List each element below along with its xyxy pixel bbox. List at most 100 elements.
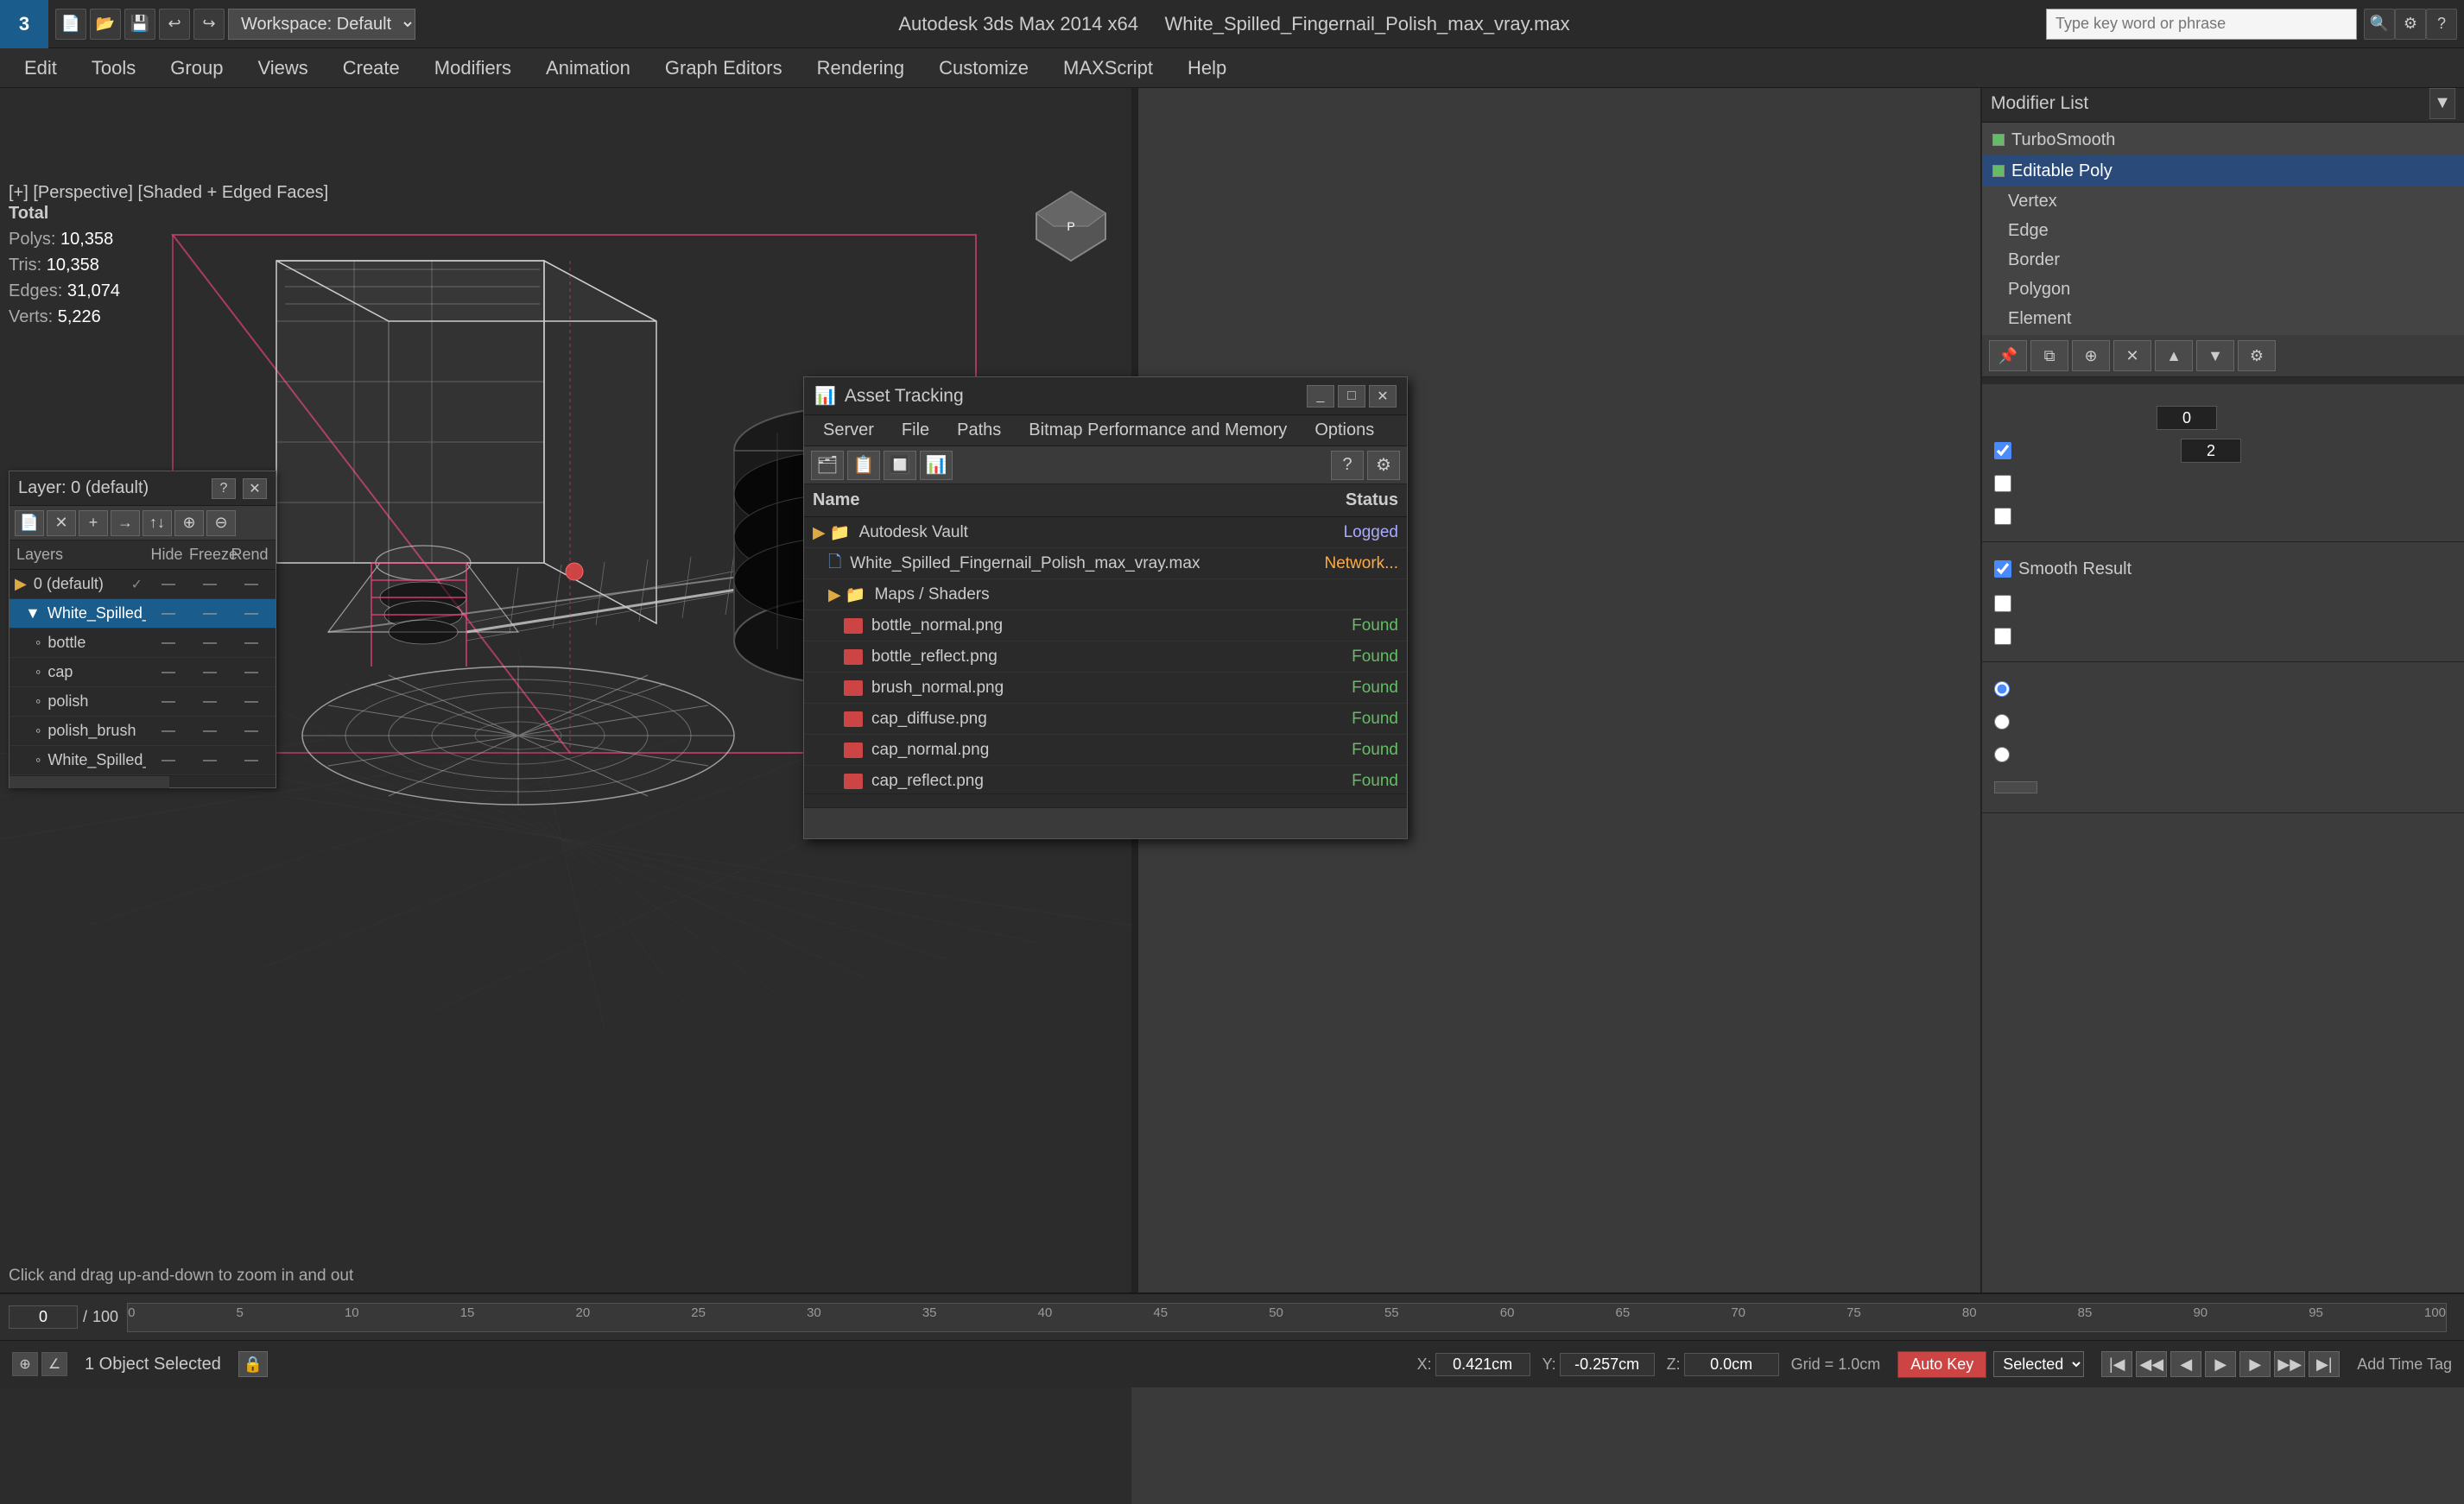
lp-expand-btn[interactable]: ⊕	[174, 510, 204, 536]
menu-views[interactable]: Views	[242, 54, 323, 83]
menu-tools[interactable]: Tools	[76, 54, 151, 83]
menu-graph-editors[interactable]: Graph Editors	[649, 54, 798, 83]
menu-help[interactable]: Help	[1172, 54, 1242, 83]
smooth-result-checkbox[interactable]	[1994, 560, 2011, 578]
mod-configure-btn[interactable]: ⚙	[2238, 340, 2276, 371]
mod-pin-btn[interactable]: 📌	[1989, 340, 2027, 371]
menu-rendering[interactable]: Rendering	[801, 54, 921, 83]
manually-radio[interactable]	[1994, 747, 2010, 762]
lp-row-polish[interactable]: ◦ polish — — —	[10, 687, 276, 717]
iterations-input[interactable]	[2157, 406, 2217, 430]
lp-row-bottle[interactable]: ◦ bottle — — —	[10, 629, 276, 658]
pb-next-frame[interactable]: ▶	[2239, 1351, 2271, 1377]
pb-next-key[interactable]: ▶▶	[2274, 1351, 2305, 1377]
pb-next-end[interactable]: ▶|	[2309, 1351, 2340, 1377]
lp-scrollbar[interactable]	[10, 775, 276, 787]
at-menu-paths[interactable]: Paths	[945, 419, 1013, 442]
coord-z[interactable]	[1684, 1353, 1779, 1376]
mod-instance-btn[interactable]: ⊕	[2072, 340, 2110, 371]
pb-prev-start[interactable]: |◀	[2101, 1351, 2132, 1377]
menu-edit[interactable]: Edit	[9, 54, 73, 83]
always-radio[interactable]	[1994, 681, 2010, 697]
pb-prev-frame[interactable]: ◀	[2170, 1351, 2201, 1377]
lp-close[interactable]: ✕	[243, 478, 267, 499]
update-button[interactable]	[1994, 781, 2037, 793]
at-help[interactable]: ?	[1331, 451, 1364, 480]
pb-play[interactable]: ▶	[2205, 1351, 2236, 1377]
key-filter-selector[interactable]: Selected	[1993, 1351, 2084, 1377]
at-row-img4[interactable]: cap_diffuse.png Found	[804, 704, 1407, 735]
timeline-track[interactable]: 0 5 10 15 20 25 30 35 40 45 50	[127, 1303, 2447, 1332]
lp-select-btn[interactable]: →	[111, 510, 140, 536]
at-row-img1[interactable]: bottle_normal.png Found	[804, 610, 1407, 641]
at-row-maps[interactable]: ▶ 📁 Maps / Shaders	[804, 579, 1407, 610]
menu-maxscript[interactable]: MAXScript	[1048, 54, 1169, 83]
render-iters-input[interactable]	[2181, 439, 2241, 463]
at-scrollbar[interactable]	[804, 793, 1407, 807]
menu-animation[interactable]: Animation	[530, 54, 646, 83]
at-minimize[interactable]: _	[1307, 385, 1334, 408]
lp-collapse-btn[interactable]: ⊖	[206, 510, 236, 536]
undo-btn[interactable]: ↩	[159, 9, 190, 40]
search-input[interactable]	[2046, 9, 2357, 40]
smoothing-groups-checkbox[interactable]	[1994, 628, 2011, 645]
at-tool1[interactable]: 🗂	[811, 451, 844, 480]
menu-modifiers[interactable]: Modifiers	[419, 54, 527, 83]
mod-move-up-btn[interactable]: ▲	[2155, 340, 2193, 371]
at-menu-file[interactable]: File	[890, 419, 941, 442]
lp-row-default-layer[interactable]: ▶ 0 (default) ✓ — — —	[10, 570, 276, 599]
coord-y[interactable]	[1560, 1353, 1655, 1376]
lock-icon[interactable]: 🔒	[238, 1351, 268, 1377]
mod-turbosmoooth[interactable]: TurboSmooth	[1982, 124, 2464, 155]
materials-checkbox[interactable]	[1994, 595, 2011, 612]
modifier-list-dropdown[interactable]: ▼	[2429, 88, 2455, 119]
nav-cube[interactable]: P	[1028, 183, 1114, 269]
epoly-edge[interactable]: Edge	[1982, 216, 2464, 245]
autokey-btn[interactable]: Auto Key	[1897, 1351, 1986, 1378]
pb-prev-key[interactable]: ◀◀	[2136, 1351, 2167, 1377]
at-row-maxfile[interactable]: 🗋 White_Spilled_Fingernail_Polish_max_vr…	[804, 548, 1407, 579]
at-row-img6[interactable]: cap_reflect.png Found	[804, 766, 1407, 793]
lp-new-btn[interactable]: 📄	[15, 510, 44, 536]
lp-row-wsf-polish[interactable]: ◦ White_Spilled_Fingernail_Polish — — —	[10, 746, 276, 775]
at-row-img3[interactable]: brush_normal.png Found	[804, 673, 1407, 704]
at-tool3[interactable]: 🔲	[884, 451, 916, 480]
at-maximize[interactable]: □	[1338, 385, 1365, 408]
at-settings[interactable]: ⚙	[1367, 451, 1400, 480]
mod-toggle-epoly[interactable]	[1992, 165, 2005, 177]
save-btn[interactable]: 💾	[124, 9, 155, 40]
workspace-selector[interactable]: Workspace: Default	[228, 9, 415, 40]
at-tool2[interactable]: 📋	[847, 451, 880, 480]
lp-row-cap[interactable]: ◦ cap — — —	[10, 658, 276, 687]
open-btn[interactable]: 📂	[90, 9, 121, 40]
epoly-polygon[interactable]: Polygon	[1982, 275, 2464, 304]
epoly-element[interactable]: Element	[1982, 304, 2464, 333]
filter-btn[interactable]: ⚙	[2395, 9, 2426, 40]
coord-x[interactable]	[1435, 1353, 1530, 1376]
explicit-normals-checkbox[interactable]	[1994, 508, 2011, 525]
render-iters-checkbox[interactable]	[1994, 442, 2011, 459]
at-row-img2[interactable]: bottle_reflect.png Found	[804, 641, 1407, 673]
lp-row-main-object[interactable]: ▼ White_Spilled_Fingernail_Polish — — —	[10, 599, 276, 629]
mod-copy-btn[interactable]: ⧉	[2030, 340, 2068, 371]
search-btn[interactable]: 🔍	[2364, 9, 2395, 40]
menu-group[interactable]: Group	[155, 54, 238, 83]
mod-editable-poly[interactable]: Editable Poly	[1982, 155, 2464, 186]
epoly-vertex[interactable]: Vertex	[1982, 186, 2464, 216]
lp-delete-btn[interactable]: ✕	[47, 510, 76, 536]
help-btn[interactable]: ?	[2426, 9, 2457, 40]
at-row-img5[interactable]: cap_normal.png Found	[804, 735, 1407, 766]
at-close[interactable]: ✕	[1369, 385, 1397, 408]
new-btn[interactable]: 📄	[55, 9, 86, 40]
when-rendering-radio[interactable]	[1994, 714, 2010, 730]
lp-question[interactable]: ?	[212, 478, 236, 499]
isoline-checkbox[interactable]	[1994, 475, 2011, 492]
at-menu-server[interactable]: Server	[811, 419, 886, 442]
epoly-border[interactable]: Border	[1982, 245, 2464, 275]
at-tool4[interactable]: 📊	[920, 451, 953, 480]
snap-toggle[interactable]: ⊕	[12, 1352, 38, 1376]
at-menu-bitmap[interactable]: Bitmap Performance and Memory	[1017, 419, 1299, 442]
at-menu-options[interactable]: Options	[1302, 419, 1386, 442]
at-row-vault[interactable]: ▶ 📁 Autodesk Vault Logged	[804, 517, 1407, 548]
mod-delete-btn[interactable]: ✕	[2113, 340, 2151, 371]
